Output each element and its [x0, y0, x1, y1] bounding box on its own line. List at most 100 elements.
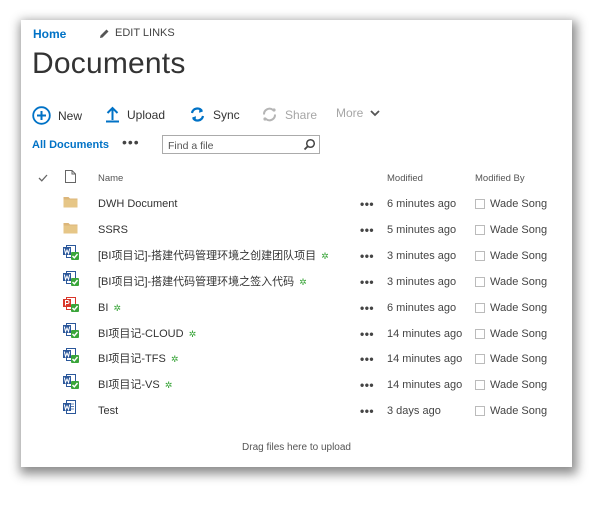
file-name-text: [BI项目记]-搭建代码管理环境之签入代码	[98, 275, 295, 288]
file-name-text: [BI项目记]-搭建代码管理环境之创建团队项目	[98, 249, 317, 262]
file-row[interactable]: BI项目记-CLOUD ✲ ••• 14 minutes ago Wade Song	[21, 321, 572, 347]
new-item-icon: ✲	[299, 276, 307, 287]
file-type-icon	[63, 243, 79, 269]
item-menu-ellipsis[interactable]: •••	[360, 346, 374, 372]
folder-icon	[63, 222, 78, 234]
modified-time: 5 minutes ago	[387, 223, 457, 236]
modified-by[interactable]: Wade Song	[475, 372, 547, 398]
new-item-icon: ✲	[170, 354, 179, 365]
new-button[interactable]: New	[32, 106, 82, 125]
item-menu-ellipsis[interactable]: •••	[360, 243, 374, 269]
word-document-icon	[63, 322, 79, 338]
more-button[interactable]: More	[336, 106, 380, 120]
file-name-text: DWH Document	[98, 198, 178, 210]
item-menu-ellipsis[interactable]: •••	[360, 191, 374, 217]
presence-indicator-icon	[475, 250, 485, 261]
file-row[interactable]: Test ••• 3 days ago Wade Song	[21, 398, 572, 424]
share-button[interactable]: Share	[261, 106, 317, 123]
page-title: Documents	[32, 47, 186, 80]
modified-by-name: Wade Song	[490, 223, 548, 236]
edit-links-button[interactable]: EDIT LINKS	[99, 27, 175, 39]
file-row[interactable]: [BI项目记]-搭建代码管理环境之创建团队项目 ✲ ••• 3 minutes ago…	[21, 243, 572, 269]
more-label: More	[336, 106, 364, 120]
file-name-link[interactable]: [BI项目记]-搭建代码管理环境之签入代码 ✲	[98, 269, 307, 295]
pencil-icon	[100, 29, 109, 38]
file-type-header-icon[interactable]	[65, 170, 76, 183]
modified-time: 3 days ago	[387, 405, 441, 418]
upload-label: Upload	[127, 107, 166, 122]
item-menu-ellipsis[interactable]: •••	[360, 372, 374, 398]
file-row[interactable]: BI项目记-TFS ✲ ••• 14 minutes ago Wade Song	[21, 346, 572, 372]
presence-indicator-icon	[475, 276, 485, 287]
file-row[interactable]: BI ✲ ••• 6 minutes ago Wade Song	[21, 295, 572, 321]
search-input[interactable]	[163, 137, 303, 155]
modified-by[interactable]: Wade Song	[475, 269, 547, 295]
new-item-icon: ✲	[321, 250, 329, 261]
item-menu-ellipsis[interactable]: •••	[360, 295, 374, 321]
modified-by-name: Wade Song	[490, 327, 548, 340]
file-type-icon	[63, 321, 79, 347]
pdf-document-icon	[63, 296, 79, 312]
edit-links-label: EDIT LINKS	[115, 27, 175, 39]
modified-by-name: Wade Song	[490, 405, 548, 418]
file-row[interactable]: SSRS ••• 5 minutes ago Wade Song	[21, 217, 572, 243]
modified-by[interactable]: Wade Song	[475, 295, 547, 321]
item-menu-ellipsis[interactable]: •••	[360, 269, 374, 295]
file-name-link[interactable]: BI项目记-TFS ✲	[98, 346, 178, 372]
file-name-link[interactable]: DWH Document	[98, 191, 182, 217]
file-name-link[interactable]: BI ✲	[98, 295, 121, 321]
folder-icon	[63, 197, 78, 208]
word-document-icon	[63, 244, 79, 260]
column-name-header[interactable]: Name	[98, 173, 123, 184]
sync-icon	[190, 107, 205, 122]
select-all-checkmark-icon[interactable]	[38, 174, 48, 182]
presence-indicator-icon	[475, 224, 485, 235]
column-modified-header[interactable]: Modified	[387, 173, 423, 184]
item-menu-ellipsis[interactable]: •••	[360, 217, 374, 243]
modified-by-name: Wade Song	[490, 198, 548, 210]
share-icon	[263, 107, 276, 122]
modified-by[interactable]: Wade Song	[475, 191, 547, 217]
sync-button[interactable]: Sync	[189, 106, 240, 123]
item-menu-ellipsis[interactable]: •••	[360, 321, 374, 347]
file-name-link[interactable]: BI项目记-CLOUD ✲	[98, 321, 196, 347]
file-row[interactable]: [BI项目记]-搭建代码管理环境之签入代码 ✲ ••• 3 minutes ago Wa…	[21, 269, 572, 295]
modified-by[interactable]: Wade Song	[475, 398, 547, 424]
view-options-ellipsis[interactable]: •••	[122, 134, 140, 150]
new-item-icon: ✲	[164, 380, 173, 391]
word-document-icon	[63, 400, 76, 415]
file-name-link[interactable]: BI项目记-VS ✲	[98, 372, 172, 398]
modified-by-name: Wade Song	[490, 275, 548, 288]
file-name-link[interactable]: Test	[98, 398, 123, 424]
modified-time: 6 minutes ago	[387, 198, 457, 210]
modified-by-name: Wade Song	[490, 249, 548, 262]
modified-by[interactable]: Wade Song	[475, 321, 547, 347]
item-menu-ellipsis[interactable]: •••	[360, 398, 374, 424]
modified-by[interactable]: Wade Song	[475, 217, 547, 243]
document-library: Home EDIT LINKS Documents New Upload Syn…	[21, 20, 572, 467]
modified-time: 14 minutes ago	[387, 379, 463, 392]
modified-by[interactable]: Wade Song	[475, 346, 547, 372]
column-modified-by-header[interactable]: Modified By	[475, 173, 525, 184]
new-item-icon: ✲	[188, 328, 197, 339]
search-icon[interactable]	[303, 138, 316, 151]
file-type-icon	[63, 191, 78, 217]
modified-by-name: Wade Song	[490, 379, 548, 392]
modified-time: 14 minutes ago	[387, 353, 463, 366]
new-label: New	[58, 108, 83, 123]
all-documents-view[interactable]: All Documents	[32, 139, 109, 151]
modified-by-name: Wade Song	[490, 301, 548, 314]
word-document-icon	[63, 270, 79, 286]
nav-home-link[interactable]: Home	[33, 27, 66, 41]
file-name-link[interactable]: SSRS	[98, 217, 133, 243]
plus-circle-icon	[32, 106, 51, 125]
modified-by[interactable]: Wade Song	[475, 243, 547, 269]
drag-upload-hint: Drag files here to upload	[242, 442, 351, 453]
file-row[interactable]: DWH Document ••• 6 minutes ago Wade Song	[21, 191, 572, 217]
file-row[interactable]: BI项目记-VS ✲ ••• 14 minutes ago Wade Song	[21, 372, 572, 398]
file-type-icon	[63, 269, 79, 295]
presence-indicator-icon	[475, 380, 485, 391]
file-name-link[interactable]: [BI项目记]-搭建代码管理环境之创建团队项目 ✲	[98, 243, 329, 269]
upload-button[interactable]: Upload	[105, 106, 165, 123]
file-type-icon	[63, 295, 79, 321]
